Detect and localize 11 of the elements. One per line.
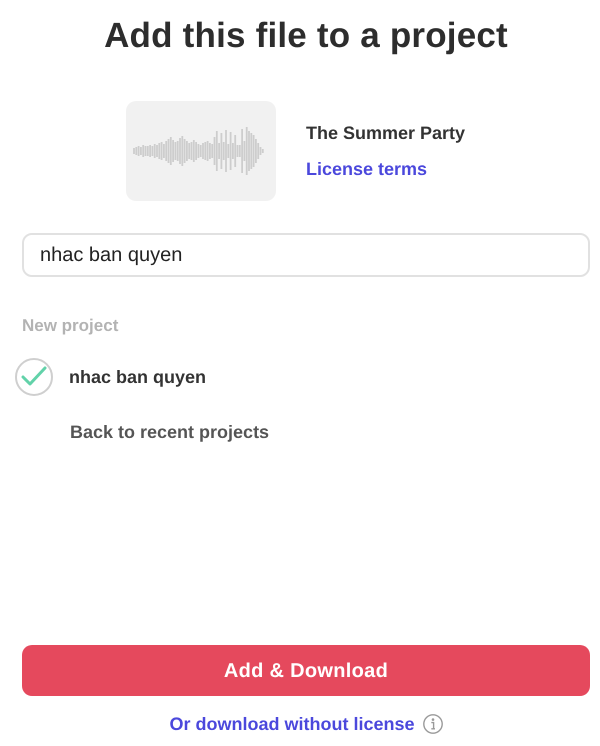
project-name-field[interactable]: nhac ban quyen — [22, 233, 590, 277]
checked-circle-icon[interactable] — [15, 358, 53, 396]
download-without-license-link[interactable]: Or download without license — [169, 712, 414, 736]
info-icon[interactable] — [422, 714, 442, 734]
add-download-button[interactable]: Add & Download — [22, 645, 590, 696]
dialog-title: Add this file to a project — [103, 15, 509, 57]
section-label: New project — [22, 315, 120, 337]
track-title: The Summer Party — [306, 122, 466, 145]
back-link[interactable]: Back to recent projects — [70, 420, 270, 444]
license-terms-link[interactable]: License terms — [306, 157, 466, 181]
project-name[interactable]: nhac ban quyen — [69, 365, 206, 389]
